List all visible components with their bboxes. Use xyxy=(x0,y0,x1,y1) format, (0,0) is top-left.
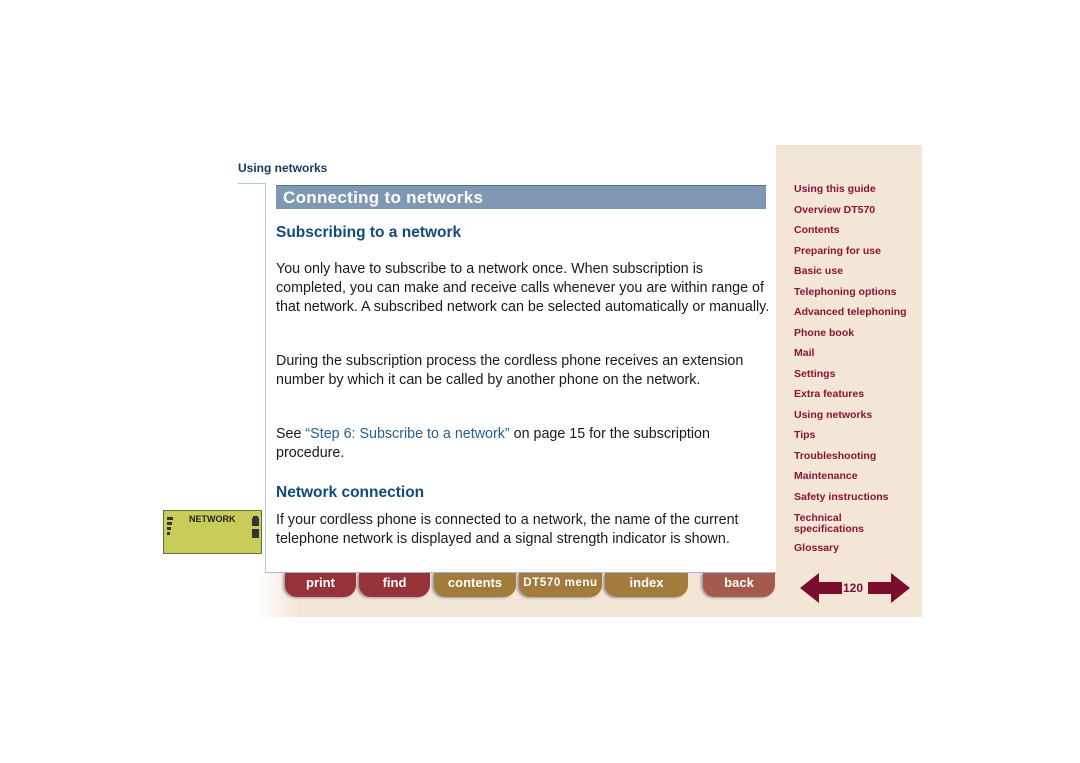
display-network-name: NETWORK xyxy=(189,514,236,524)
sidebar-item-overview[interactable]: Overview DT570 xyxy=(794,205,875,216)
heading-network-connection: Network connection xyxy=(276,484,425,501)
sidebar-item-advanced-telephoning[interactable]: Advanced telephoning xyxy=(794,307,907,318)
see-also-paragraph: See “Step 6: Subscribe to a network” on … xyxy=(276,425,771,463)
sidebar-item-settings[interactable]: Settings xyxy=(794,369,835,380)
dt570-menu-button[interactable]: DT570 menu xyxy=(519,573,602,597)
back-button[interactable]: back xyxy=(703,573,775,597)
frame-divider xyxy=(265,183,266,573)
phone-display-image: NETWORK xyxy=(163,510,262,554)
paragraph: If your cordless phone is connected to a… xyxy=(276,512,739,547)
sidebar-item-glossary[interactable]: Glossary xyxy=(794,543,839,554)
sidebar-item-using-this-guide[interactable]: Using this guide xyxy=(794,184,876,195)
sidebar-item-telephoning-options[interactable]: Telephoning options xyxy=(794,287,896,298)
sidebar-item-tips[interactable]: Tips xyxy=(794,430,815,441)
sidebar-item-basic-use[interactable]: Basic use xyxy=(794,266,843,277)
step6-link[interactable]: “Step 6: Subscribe to a network” xyxy=(305,426,509,442)
sidebar-item-phone-book[interactable]: Phone book xyxy=(794,328,854,339)
arrow-right-icon[interactable] xyxy=(868,573,910,603)
sidebar-item-using-networks[interactable]: Using networks xyxy=(794,410,872,421)
sidebar-item-technical-specifications[interactable]: Technical specifications xyxy=(794,513,879,535)
see-also-prefix: See xyxy=(276,426,306,442)
heading-subscribing: Subscribing to a network xyxy=(276,224,462,241)
print-button[interactable]: print xyxy=(285,573,356,597)
frame-divider xyxy=(238,183,266,184)
sidebar-item-contents[interactable]: Contents xyxy=(794,225,840,236)
sidebar-item-safety[interactable]: Safety instructions xyxy=(794,492,889,503)
page-number: 120 xyxy=(842,581,865,595)
sidebar-item-maintenance[interactable]: Maintenance xyxy=(794,471,858,482)
sidebar-item-extra-features[interactable]: Extra features xyxy=(794,389,864,400)
chapter-sidebar: Using this guide Overview DT570 Contents… xyxy=(776,145,922,617)
sidebar-item-troubleshooting[interactable]: Troubleshooting xyxy=(794,451,876,462)
section-title-bar: Connecting to networks xyxy=(276,185,766,209)
arrow-left-icon[interactable] xyxy=(800,573,842,603)
paragraph: You only have to subscribe to a network … xyxy=(276,261,770,315)
breadcrumb: Using networks xyxy=(238,161,328,175)
sidebar-item-preparing[interactable]: Preparing for use xyxy=(794,246,881,257)
section-title: Connecting to networks xyxy=(283,188,484,207)
sidebar-item-mail[interactable]: Mail xyxy=(794,348,814,359)
index-button[interactable]: index xyxy=(605,573,688,597)
find-button[interactable]: find xyxy=(359,573,430,597)
paragraph: During the subscription process the cord… xyxy=(276,353,744,388)
contents-button[interactable]: contents xyxy=(434,573,516,597)
